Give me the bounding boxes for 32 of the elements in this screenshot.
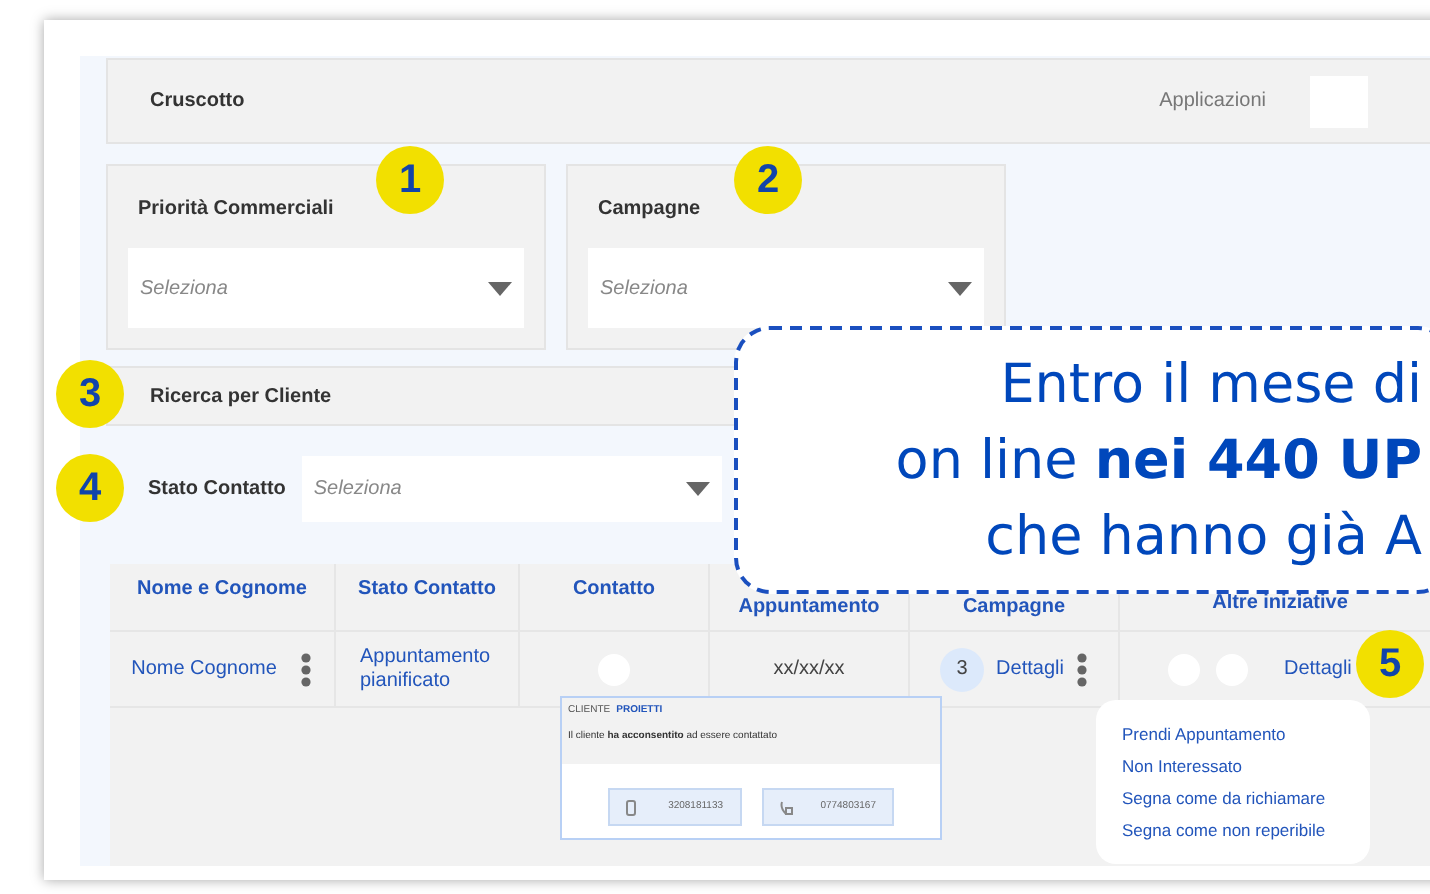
more-icon[interactable]: [300, 651, 313, 687]
select-field[interactable]: Seleziona: [301, 455, 722, 521]
menu-item[interactable]: Segna come da richiamare: [1122, 785, 1370, 811]
caret-icon: [948, 281, 972, 295]
filter-label: Priorità Commerciali: [138, 196, 336, 224]
page-title: Cruscotto: [150, 88, 245, 116]
menu-item[interactable]: Segna come non reperibile: [1122, 817, 1370, 843]
column-header: Altre iniziative: [1210, 590, 1350, 618]
appointment-date: xx/xx/xx: [773, 656, 845, 684]
more-icon[interactable]: [1075, 651, 1088, 687]
callout-text: on line nei 440 UP: [895, 427, 1422, 495]
phone-icon: [626, 799, 636, 815]
section-title: Ricerca per Cliente: [150, 383, 332, 411]
contact-name[interactable]: Nome Cognome: [131, 654, 277, 684]
menu-item[interactable]: Non Interessato: [1122, 753, 1370, 779]
callout-text: Entro il mese di: [1000, 351, 1422, 419]
details-link[interactable]: Dettagli: [996, 654, 1064, 684]
select-field[interactable]: Seleziona: [128, 248, 524, 328]
status-text: Appuntamento pianificato: [360, 645, 493, 693]
campaign-count: 3: [940, 647, 985, 691]
caret-icon: [685, 481, 710, 495]
filter-label: Campagne: [598, 196, 703, 224]
menu-item[interactable]: Prendi Appuntamento: [1122, 721, 1370, 747]
caret-icon: [488, 281, 512, 295]
column-header: Stato Contatto: [336, 564, 520, 630]
select-field[interactable]: Seleziona: [588, 248, 984, 328]
apps-label: Applicazioni: [1159, 88, 1266, 116]
details-link[interactable]: Dettagli: [1284, 654, 1352, 684]
column-header: Nome e Cognome: [110, 564, 336, 630]
phone-icon: [779, 799, 793, 815]
filter-label: Stato Contatto: [148, 475, 286, 503]
column-header: Contatto: [520, 564, 710, 630]
